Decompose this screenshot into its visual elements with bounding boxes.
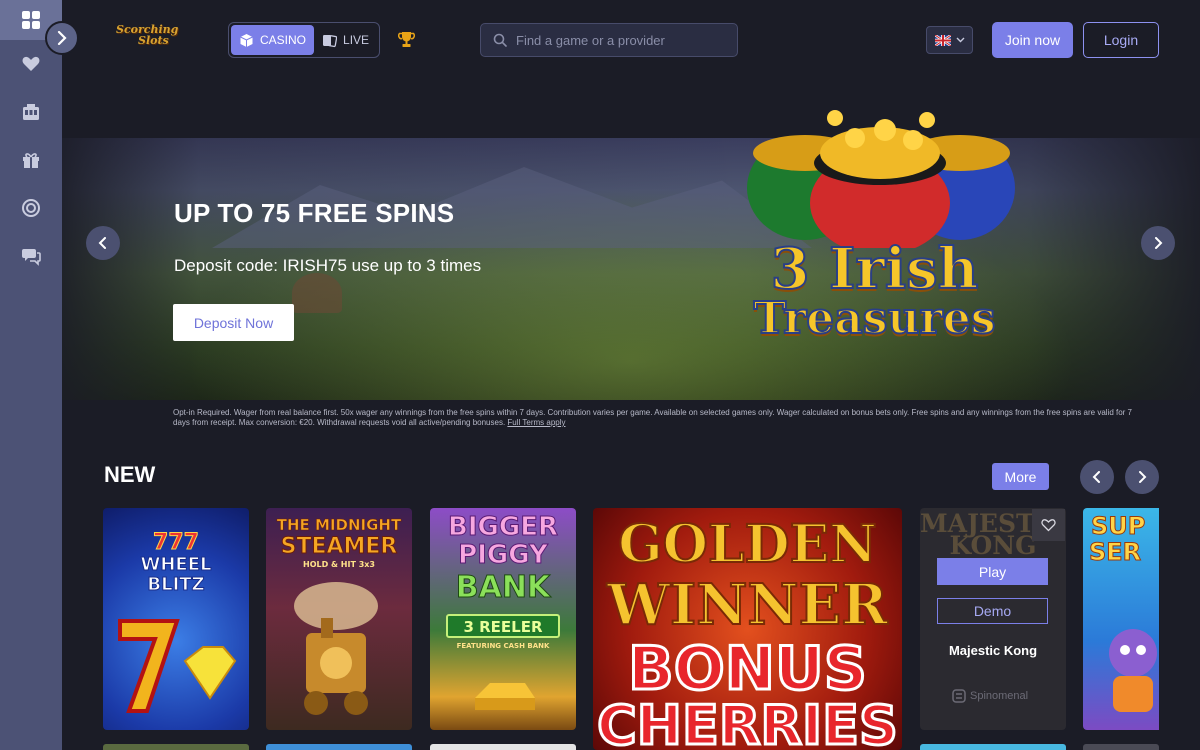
demo-button[interactable]: Demo: [937, 598, 1048, 624]
character-art: [1109, 629, 1157, 712]
game-art-line1: BIGGER: [448, 512, 559, 543]
next-row-card[interactable]: [1083, 744, 1159, 750]
next-row-card[interactable]: [266, 744, 412, 750]
three-reeler-badge: 3 REELER: [446, 614, 560, 638]
terms-text: Opt-in Required. Wager from real balance…: [173, 408, 1133, 427]
game-card-golden-winner-bonus-cherries[interactable]: GOLDEN WINNER BONUS CHERRIES: [593, 508, 902, 750]
gift-icon: [23, 153, 39, 168]
chat-icon: [22, 249, 41, 266]
heart-icon: [22, 56, 40, 71]
search-box[interactable]: [480, 23, 738, 57]
game-art-line2: WINNER: [606, 571, 889, 639]
heart-outline-icon: [1041, 519, 1056, 532]
next-row-card[interactable]: [430, 744, 576, 750]
language-select[interactable]: [926, 26, 973, 54]
grid-icon: [22, 11, 40, 29]
banner-title: UP TO 75 FREE SPINS: [174, 198, 455, 228]
play-button[interactable]: Play: [937, 558, 1048, 585]
chevron-down-icon: [956, 37, 964, 43]
chevron-right-icon: [1155, 237, 1163, 249]
slot-machine-icon: [23, 104, 39, 120]
banner-subtitle: Deposit code: IRISH75 use up to 3 times: [174, 256, 482, 275]
sidebar-item-vip[interactable]: [0, 184, 62, 232]
game-card-wheel-blitz[interactable]: 777 WHEEL BLITZ: [103, 508, 249, 730]
tab-live-label: LIVE: [343, 33, 370, 47]
game-art-line1: SUP: [1091, 512, 1146, 541]
game-card-midnight-steamer[interactable]: THE MIDNIGHT STEAMER HOLD & HIT 3x3: [266, 508, 412, 730]
games-next-button[interactable]: [1125, 460, 1159, 494]
site-logo[interactable]: Scorching Slots: [116, 24, 194, 58]
dice-icon: [240, 33, 253, 47]
steam-train-art: [294, 582, 378, 715]
banner-prev-button[interactable]: [86, 226, 120, 260]
mode-switch: CASINO LIVE: [228, 22, 380, 58]
banner-mushroom: [292, 273, 342, 313]
tab-casino-label: CASINO: [260, 33, 307, 47]
chevron-right-icon: [1139, 471, 1147, 483]
game-art-line2: PIGGY: [458, 540, 549, 571]
game-art-line1: THE MIDNIGHT: [276, 516, 402, 535]
chip-icon: [22, 199, 40, 217]
search-icon: [493, 33, 507, 47]
sidebar-item-support[interactable]: [0, 232, 62, 280]
tournaments-button[interactable]: [397, 30, 416, 54]
game-provider: Spinomenal: [952, 689, 1028, 703]
sidebar: [0, 0, 62, 750]
banner-next-button[interactable]: [1141, 226, 1175, 260]
banner-terms: Opt-in Required. Wager from real balance…: [173, 408, 1133, 428]
tab-live[interactable]: LIVE: [314, 25, 377, 55]
search-input[interactable]: [516, 32, 726, 48]
tab-casino[interactable]: CASINO: [231, 25, 315, 55]
game-art-line3: BANK: [455, 570, 551, 606]
trophy-icon: [398, 32, 415, 47]
game-art-line2: STEAMER: [280, 534, 398, 560]
chevron-right-icon: [57, 31, 67, 45]
uk-flag-icon: [934, 34, 951, 46]
provider-name: Spinomenal: [970, 690, 1029, 702]
game-art-line1: 777: [153, 530, 200, 556]
cards-icon: [323, 34, 338, 47]
login-button[interactable]: Login: [1083, 22, 1159, 58]
game-art-line2: WHEEL: [140, 554, 212, 576]
chevron-left-icon: [98, 237, 106, 249]
next-row-card[interactable]: [103, 744, 249, 750]
game-art-line3: BLITZ: [147, 574, 205, 596]
deposit-now-button[interactable]: Deposit Now: [173, 304, 294, 341]
banner-game-logo-line2: Treasures: [753, 293, 997, 344]
favorite-button[interactable]: [1032, 509, 1065, 541]
logo-line2: Slots: [138, 34, 169, 47]
section-title-new: NEW: [104, 462, 156, 487]
banner-game-logo-line1: 3 Irish: [770, 236, 980, 302]
game-art-line4: CHERRIES: [596, 693, 900, 750]
join-now-button[interactable]: Join now: [992, 22, 1073, 58]
next-row-card[interactable]: [920, 744, 1066, 750]
game-art-line3: HOLD & HIT 3x3: [303, 560, 375, 569]
game-card-bigger-piggy-bank[interactable]: BIGGER PIGGY BANK 3 REELER FEATURING CAS…: [430, 508, 576, 730]
sidebar-expand-button[interactable]: [45, 21, 79, 55]
game-name: Majestic Kong: [948, 643, 1038, 658]
gold-bars-art: [475, 683, 535, 710]
game-art-line5: FEATURING CASH BANK: [456, 642, 550, 650]
banner-game-logo: 3 Irish Treasures: [742, 236, 1007, 360]
chevron-left-icon: [1092, 471, 1100, 483]
sidebar-item-casino[interactable]: [0, 88, 62, 136]
games-prev-button[interactable]: [1080, 460, 1114, 494]
full-terms-link[interactable]: Full Terms apply: [507, 418, 565, 427]
game-art-line2: SER: [1089, 538, 1142, 567]
sidebar-item-promotions[interactable]: [0, 136, 62, 184]
pots-of-gold-illustration: [747, 110, 1015, 248]
game-art-line4: 3 REELER: [463, 618, 543, 636]
more-button[interactable]: More: [992, 463, 1049, 490]
seven-and-diamond-art: [118, 619, 237, 713]
game-art-line1: GOLDEN: [617, 513, 878, 576]
game-card-partial[interactable]: SUP SER: [1083, 508, 1159, 730]
provider-logo-icon: [952, 689, 966, 703]
